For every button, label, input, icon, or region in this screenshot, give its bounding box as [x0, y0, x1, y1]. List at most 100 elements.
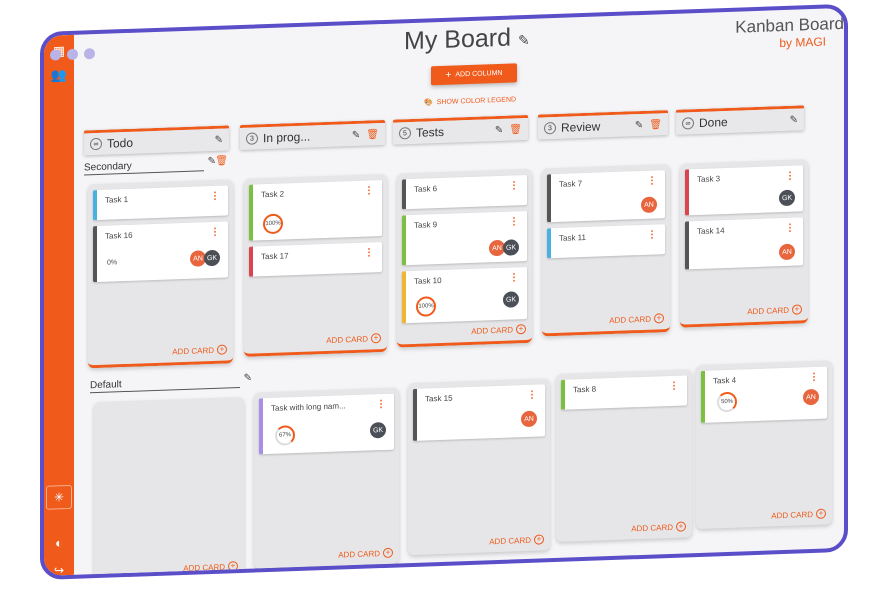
- add-card-button[interactable]: ADD CARD +: [631, 521, 686, 533]
- task-card[interactable]: Task with long nam... ⋮ 67% GK: [259, 393, 394, 455]
- more-vert-icon[interactable]: ⋮: [785, 223, 795, 234]
- theme-toggle-icon[interactable]: ◐: [44, 535, 74, 551]
- swimlane-label-secondary[interactable]: Secondary ✎ 🗑: [84, 155, 228, 176]
- wip-limit-badge: 3: [544, 121, 556, 135]
- delete-icon[interactable]: 🗑: [649, 119, 662, 130]
- lane-todo-secondary: Task 1 ⋮ Task 16 ⋮ 0% AN GK ADD CARD +: [88, 179, 233, 369]
- add-column-button[interactable]: + ADD COLUMN: [431, 63, 517, 86]
- delete-icon[interactable]: 🗑: [509, 124, 522, 135]
- lane-todo-default: ADD CARD +: [94, 396, 244, 581]
- add-card-label: ADD CARD: [489, 535, 531, 546]
- more-vert-icon[interactable]: ⋮: [509, 216, 519, 227]
- task-card[interactable]: Task 10 ⋮ 100% GK: [402, 266, 527, 324]
- window-dot[interactable]: [67, 48, 78, 61]
- column-header-review[interactable]: 3 Review ✎ 🗑: [538, 110, 668, 140]
- column-header-tests[interactable]: 5 Tests ✎ 🗑: [393, 114, 528, 145]
- more-vert-icon[interactable]: ⋮: [785, 171, 795, 182]
- lane-done-default: Task 4 ⋮ 50% AN ADD CARD +: [696, 360, 832, 530]
- edit-icon[interactable]: ✎: [215, 134, 223, 145]
- more-vert-icon[interactable]: ⋮: [376, 399, 386, 410]
- delete-icon[interactable]: 🗑: [215, 155, 228, 166]
- card-title: Task 3: [697, 174, 721, 185]
- task-card[interactable]: Task 1 ⋮: [93, 185, 228, 221]
- add-card-button[interactable]: ADD CARD +: [183, 561, 238, 573]
- progress-ring: 67%: [275, 425, 295, 446]
- task-card[interactable]: Task 14 ⋮ AN: [685, 217, 803, 270]
- add-circle-icon: +: [792, 304, 802, 315]
- edit-icon[interactable]: ✎: [790, 114, 798, 125]
- edit-icon[interactable]: ✎: [635, 119, 643, 130]
- add-circle-icon: +: [534, 534, 544, 545]
- task-card[interactable]: Task 15 ⋮ AN: [413, 384, 545, 441]
- task-card[interactable]: Task 11 ⋮: [547, 224, 665, 259]
- edit-icon[interactable]: ✎: [518, 32, 530, 48]
- window-dot[interactable]: [50, 49, 61, 61]
- more-vert-icon[interactable]: ⋮: [364, 185, 374, 196]
- task-card[interactable]: Task 7 ⋮ AN: [547, 170, 665, 223]
- add-card-button[interactable]: ADD CARD +: [471, 324, 526, 336]
- lane-review-default: Task 8 ⋮ ADD CARD +: [556, 369, 692, 542]
- add-card-label: ADD CARD: [172, 345, 214, 356]
- add-card-label: ADD CARD: [326, 334, 368, 345]
- lane-done-secondary: Task 3 ⋮ GK Task 14 ⋮ AN ADD CARD +: [680, 159, 808, 328]
- color-legend-label: SHOW COLOR LEGEND: [436, 95, 517, 106]
- more-vert-icon[interactable]: ⋮: [509, 180, 519, 191]
- sidebar: ▦ 👥 ✳ ◐ ↪: [44, 34, 74, 578]
- card-title: Task 1: [105, 194, 129, 205]
- column-header-done[interactable]: ∞ Done ✎: [676, 105, 804, 135]
- brand: Kanban Board by MAGI: [704, 14, 844, 53]
- card-title: Task 2: [261, 189, 285, 200]
- task-card[interactable]: Task 4 ⋮ 50% AN: [701, 366, 827, 423]
- task-card[interactable]: Task 16 ⋮ 0% AN GK: [93, 221, 228, 283]
- task-card[interactable]: Task 6 ⋮: [402, 174, 527, 210]
- task-card[interactable]: Task 9 ⋮ AN GK: [402, 210, 527, 266]
- add-card-button[interactable]: ADD CARD +: [609, 313, 664, 325]
- add-card-button[interactable]: ADD CARD +: [771, 508, 826, 521]
- more-vert-icon[interactable]: ⋮: [647, 229, 657, 240]
- add-card-label: ADD CARD: [747, 305, 789, 316]
- uk-flag-icon[interactable]: ✳: [46, 484, 72, 510]
- more-vert-icon[interactable]: ⋮: [527, 390, 537, 401]
- more-vert-icon[interactable]: ⋮: [364, 247, 374, 258]
- card-title: Task with long nam...: [271, 401, 346, 413]
- more-vert-icon[interactable]: ⋮: [647, 175, 657, 186]
- task-card[interactable]: Task 17 ⋮: [249, 242, 382, 277]
- window-dot[interactable]: [84, 48, 95, 60]
- add-column-label: ADD COLUMN: [455, 69, 503, 79]
- people-icon[interactable]: 👥: [51, 67, 67, 84]
- more-vert-icon[interactable]: ⋮: [809, 372, 819, 383]
- edit-icon[interactable]: ✎: [244, 373, 252, 384]
- palette-icon: 🎨: [424, 99, 433, 107]
- color-legend-button[interactable]: 🎨 SHOW COLOR LEGEND: [424, 95, 517, 107]
- add-card-label: ADD CARD: [631, 522, 673, 533]
- add-circle-icon: +: [654, 313, 664, 324]
- card-title: Task 11: [559, 232, 586, 243]
- delete-icon[interactable]: 🗑: [366, 129, 379, 140]
- plus-icon: +: [445, 69, 452, 81]
- add-card-button[interactable]: ADD CARD +: [326, 333, 381, 345]
- more-vert-icon[interactable]: ⋮: [210, 191, 220, 202]
- task-card[interactable]: Task 8 ⋮: [561, 375, 687, 410]
- more-vert-icon[interactable]: ⋮: [509, 272, 519, 283]
- column-header-todo[interactable]: ∞ Todo ✎: [84, 125, 229, 156]
- edit-icon[interactable]: ✎: [352, 129, 360, 140]
- more-vert-icon[interactable]: ⋮: [669, 381, 679, 392]
- add-card-button[interactable]: ADD CARD +: [338, 547, 393, 560]
- edit-icon[interactable]: ✎: [495, 124, 503, 135]
- add-card-button[interactable]: ADD CARD +: [489, 534, 544, 546]
- task-card[interactable]: Task 2 ⋮ 100%: [249, 180, 382, 241]
- logout-icon[interactable]: ↪: [44, 563, 74, 578]
- column-title: In prog...: [263, 129, 311, 146]
- wip-limit-badge: ∞: [90, 137, 102, 151]
- card-title: Task 10: [414, 275, 442, 286]
- add-card-button[interactable]: ADD CARD +: [747, 304, 802, 316]
- add-card-label: ADD CARD: [338, 548, 380, 560]
- avatar: GK: [779, 189, 795, 207]
- column-header-in-progress[interactable]: 3 In prog... ✎ 🗑: [240, 119, 385, 151]
- task-card[interactable]: Task 3 ⋮ GK: [685, 165, 803, 216]
- progress-ring: 50%: [717, 391, 737, 413]
- add-card-button[interactable]: ADD CARD +: [172, 344, 227, 356]
- more-vert-icon[interactable]: ⋮: [210, 227, 220, 238]
- add-circle-icon: +: [217, 344, 227, 355]
- swimlane-label-default[interactable]: Default ✎: [90, 373, 252, 394]
